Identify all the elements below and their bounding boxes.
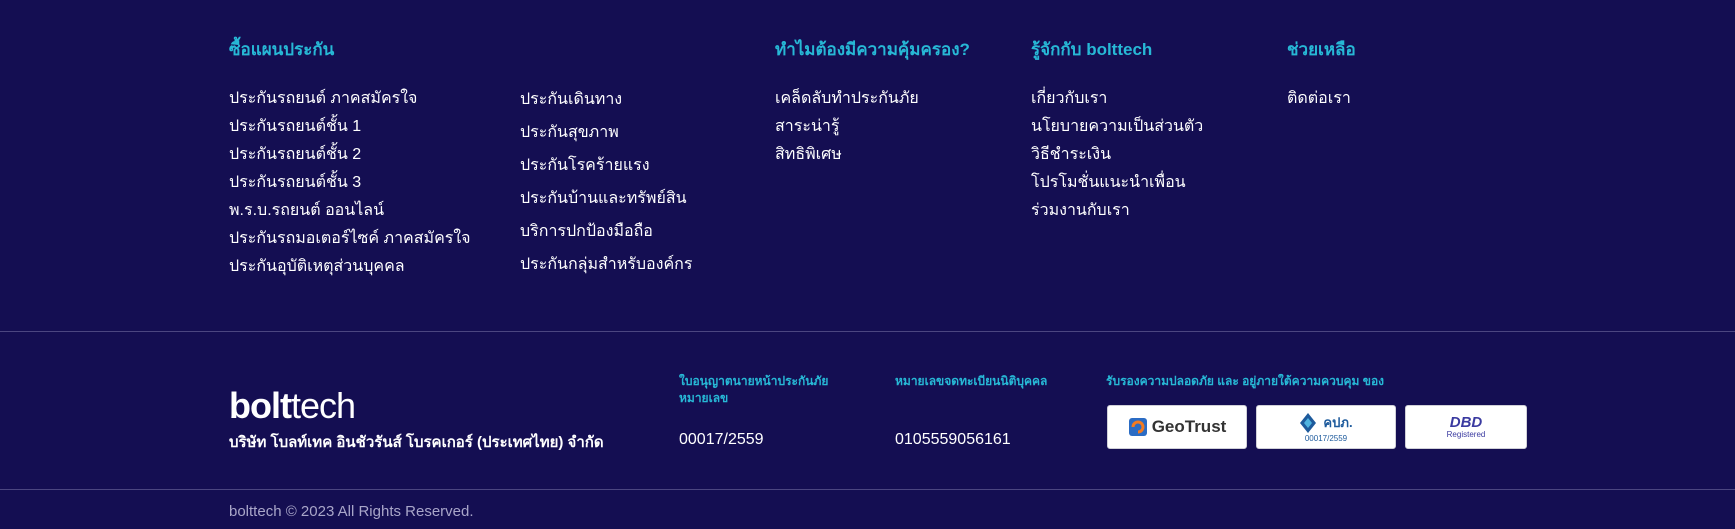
oic-badge[interactable]: คปภ. 00017/2559 [1256, 405, 1396, 449]
footer-link-car-voluntary[interactable]: ประกันรถยนต์ ภาคสมัครใจ [229, 85, 471, 113]
registration-label: หมายเลขจดทะเบียนนิติบุคคล [895, 374, 1048, 388]
footer-link-tips[interactable]: เคล็ดลับทำประกันภัย [775, 85, 919, 113]
license-number: 00017/2559 [679, 431, 764, 448]
registration-number: 0105559056161 [895, 431, 1011, 448]
footer-link-compulsory-online[interactable]: พ.ร.บ.รถยนต์ ออนไลน์ [229, 197, 471, 225]
copyright-text: bolttech © 2023 All Rights Reserved. [229, 503, 474, 520]
footer-link-mobile-protection[interactable]: บริการปกป้องมือถือ [520, 215, 692, 248]
footer-link-motorcycle[interactable]: ประกันรถมอเตอร์ไซค์ ภาคสมัครใจ [229, 225, 471, 253]
footer-column-help: ติดต่อเรา [1287, 85, 1351, 113]
footer-link-privacy-policy[interactable]: นโยบายความเป็นส่วนตัว [1031, 113, 1203, 141]
footer-column-buy-plans: ประกันรถยนต์ ภาคสมัครใจ ประกันรถยนต์ชั้น… [229, 85, 471, 281]
geotrust-badge[interactable]: GeoTrust [1107, 405, 1247, 449]
footer-link-about-us[interactable]: เกี่ยวกับเรา [1031, 85, 1203, 113]
oic-number: 00017/2559 [1304, 433, 1348, 443]
geotrust-text: GeoTrust [1151, 417, 1227, 436]
footer-link-car-class3[interactable]: ประกันรถยนต์ชั้น 3 [229, 169, 471, 197]
footer-link-travel[interactable]: ประกันเดินทาง [520, 83, 692, 116]
geotrust-icon [1128, 418, 1147, 436]
company-name: บริษัท โบลท์เทค อินชัวรันส์ โบรคเกอร์ (ป… [229, 434, 604, 451]
footer-column-about: เกี่ยวกับเรา นโยบายความเป็นส่วนตัว วิธีช… [1031, 85, 1203, 225]
footer-link-car-class1[interactable]: ประกันรถยนต์ชั้น 1 [229, 113, 471, 141]
footer-link-contact-us[interactable]: ติดต่อเรา [1287, 85, 1351, 113]
certified-label: รับรองความปลอดภัย และ อยู่ภายใต้ความควบค… [1106, 374, 1385, 388]
footer-link-personal-accident[interactable]: ประกันอุบัติเหตุส่วนบุคคล [229, 253, 471, 281]
footer-link-referral-promo[interactable]: โปรโมชั่นแนะนำเพื่อน [1031, 169, 1203, 197]
footer-column-why-coverage: เคล็ดลับทำประกันภัย สาระน่ารู้ สิทธิพิเศ… [775, 85, 919, 169]
footer-link-careers[interactable]: ร่วมงานกับเรา [1031, 197, 1203, 225]
footer-link-critical-illness[interactable]: ประกันโรคร้ายแรง [520, 149, 692, 182]
footer-divider-top [0, 331, 1735, 332]
footer-heading-help: ช่วยเหลือ [1287, 40, 1356, 59]
footer-heading-why-coverage: ทำไมต้องมีความคุ้มครอง? [775, 40, 970, 59]
footer-heading-buy-plans: ซื้อแผนประกัน [229, 40, 335, 59]
dbd-badge[interactable]: DBD Registered [1405, 405, 1527, 449]
footer-column-other-plans: ประกันเดินทาง ประกันสุขภาพ ประกันโรคร้าย… [520, 83, 692, 281]
footer-divider-bottom [0, 489, 1735, 490]
footer-link-group[interactable]: ประกันกลุ่มสำหรับองค์กร [520, 248, 692, 281]
oic-text: คปภ. [1323, 415, 1353, 430]
footer-link-privileges[interactable]: สิทธิพิเศษ [775, 141, 919, 169]
dbd-registered: Registered [1446, 430, 1486, 439]
bolttech-logo[interactable]: bolttech [229, 385, 356, 427]
dbd-text: DBD [1449, 414, 1483, 431]
footer-link-health[interactable]: ประกันสุขภาพ [520, 116, 692, 149]
footer-link-home[interactable]: ประกันบ้านและทรัพย์สิน [520, 182, 692, 215]
license-label: ใบอนุญาตนายหน้าประกันภัย หมายเลข [679, 374, 829, 405]
footer-link-car-class2[interactable]: ประกันรถยนต์ชั้น 2 [229, 141, 471, 169]
footer-heading-about-bolttech: รู้จักกับ bolttech [1031, 40, 1153, 59]
oic-emblem-icon [1300, 412, 1317, 433]
footer-link-payment-methods[interactable]: วิธีชำระเงิน [1031, 141, 1203, 169]
footer-link-articles[interactable]: สาระน่ารู้ [775, 113, 919, 141]
